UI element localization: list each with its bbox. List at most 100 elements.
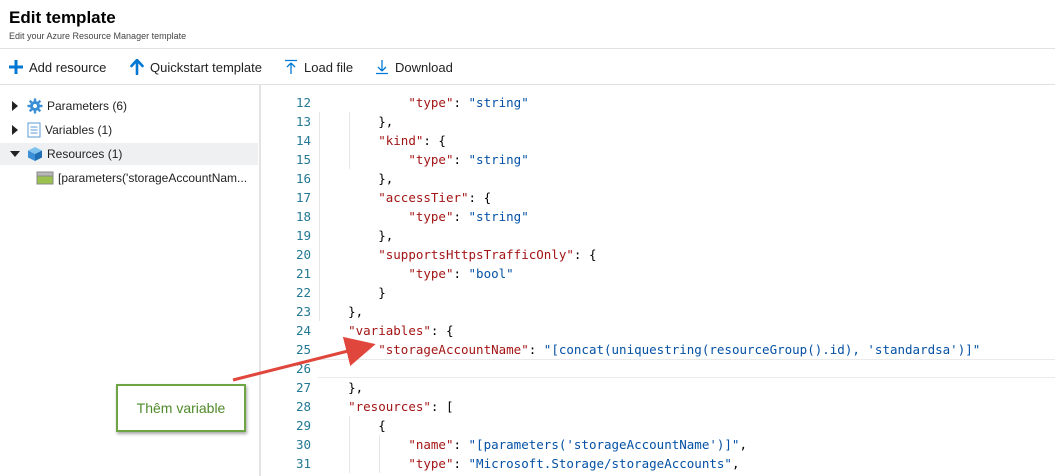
line-number: 17 xyxy=(295,190,311,205)
callout-box: Thêm variable xyxy=(116,384,246,432)
caret-down-icon[interactable] xyxy=(9,148,21,160)
code-text: : { xyxy=(430,323,454,338)
code-line[interactable]: "storageAccountName": "[concat(uniquestr… xyxy=(318,340,980,359)
code-text: : xyxy=(453,209,469,224)
code-text: : xyxy=(453,456,469,471)
code-line[interactable]: "name": "[parameters('storageAccountName… xyxy=(318,435,747,454)
toolbar: Add resource Quickstart template Load fi… xyxy=(0,49,1055,85)
code-line[interactable]: "kind": { xyxy=(318,131,446,150)
arrow-up-icon xyxy=(130,59,144,75)
code-line[interactable]: "type": "string" xyxy=(318,150,528,169)
code-line[interactable]: "variables": { xyxy=(318,321,453,340)
code-line[interactable]: }, xyxy=(318,378,363,397)
json-key: "name" xyxy=(408,437,454,452)
page-title: Edit template xyxy=(9,8,116,27)
line-number: 25 xyxy=(295,342,311,357)
page-subtitle: Edit your Azure Resource Manager templat… xyxy=(9,31,187,41)
code-text: { xyxy=(318,418,386,433)
storage-icon xyxy=(36,171,54,185)
code-text: : [ xyxy=(430,399,454,414)
code-text: , xyxy=(739,437,747,452)
line-number: 27 xyxy=(295,380,311,395)
cube-icon xyxy=(27,146,43,162)
tree-item-label: Resources (1) xyxy=(47,147,123,161)
code-line[interactable]: "resources": [ xyxy=(318,397,453,416)
download-label: Download xyxy=(395,59,453,75)
add-resource-button[interactable]: Add resource xyxy=(9,57,106,77)
code-line[interactable]: "type": "string" xyxy=(318,207,529,226)
code-text: }, xyxy=(318,228,394,243)
code-line[interactable]: "accessTier": { xyxy=(318,188,491,207)
tree-item-storage-account[interactable]: [parameters('storageAccountNam... xyxy=(0,167,258,189)
code-text: : xyxy=(453,152,469,167)
json-string: "bool" xyxy=(468,266,514,281)
code-line[interactable]: "supportsHttpsTrafficOnly": { xyxy=(318,245,596,264)
code-text: : { xyxy=(573,247,597,262)
code-text: }, xyxy=(318,171,394,186)
code-line[interactable]: "type": "bool" xyxy=(318,264,514,283)
line-number: 12 xyxy=(295,95,311,110)
code-line[interactable]: { xyxy=(318,416,386,435)
tree-item-variables[interactable]: Variables (1) xyxy=(0,119,258,141)
json-key: "type" xyxy=(408,152,454,167)
pane-splitter[interactable] xyxy=(259,85,261,476)
line-number: 16 xyxy=(295,171,311,186)
code-line[interactable]: }, xyxy=(318,169,393,188)
load-file-label: Load file xyxy=(304,59,354,75)
json-string: "[concat(uniquestring(resourceGroup().id… xyxy=(543,342,981,357)
line-number: 28 xyxy=(295,399,311,414)
line-number: 15 xyxy=(295,152,311,167)
code-line[interactable]: } xyxy=(318,283,386,302)
code-line[interactable]: "type": "Microsoft.Storage/storageAccoun… xyxy=(318,454,739,473)
code-text: : { xyxy=(423,133,446,148)
code-text: : xyxy=(453,437,469,452)
add-resource-label: Add resource xyxy=(29,59,107,75)
quickstart-template-label: Quickstart template xyxy=(150,59,262,75)
load-file-button[interactable]: Load file xyxy=(284,57,353,77)
json-key: "storageAccountName" xyxy=(378,342,529,357)
code-line[interactable]: }, xyxy=(318,302,363,321)
code-editor[interactable]: "type": "string" }, "kind": { "type": "s… xyxy=(318,93,1055,476)
json-key: "supportsHttpsTrafficOnly" xyxy=(378,247,574,262)
tree-item-resources[interactable]: Resources (1) xyxy=(0,143,258,165)
caret-right-icon[interactable] xyxy=(9,124,21,136)
line-number: 31 xyxy=(295,456,311,471)
json-string: "string" xyxy=(468,209,529,224)
code-text: : xyxy=(453,266,469,281)
gear-icon xyxy=(27,98,43,114)
code-text: : xyxy=(453,95,469,110)
code-line[interactable]: }, xyxy=(318,226,393,245)
json-key: "kind" xyxy=(378,133,424,148)
code-text: }, xyxy=(318,380,364,395)
upload-icon xyxy=(285,59,297,74)
line-number: 24 xyxy=(295,323,311,338)
line-number: 29 xyxy=(295,418,311,433)
line-number: 30 xyxy=(295,437,311,452)
json-string: "string" xyxy=(468,95,529,110)
line-number: 13 xyxy=(295,114,311,129)
code-text: }, xyxy=(318,114,394,129)
download-button[interactable]: Download xyxy=(375,57,453,77)
quickstart-template-button[interactable]: Quickstart template xyxy=(130,57,262,77)
tree-item-label: Variables (1) xyxy=(45,123,113,137)
tree-item-parameters[interactable]: Parameters (6) xyxy=(0,95,258,117)
code-line[interactable]: "type": "string" xyxy=(318,93,529,112)
code-line[interactable]: }, xyxy=(318,112,393,131)
json-key: "type" xyxy=(408,95,454,110)
json-key: "type" xyxy=(408,266,454,281)
code-text: : { xyxy=(468,190,492,205)
line-number: 18 xyxy=(295,209,311,224)
json-key: "type" xyxy=(408,209,454,224)
line-number: 26 xyxy=(295,361,311,376)
caret-right-icon[interactable] xyxy=(9,100,21,112)
